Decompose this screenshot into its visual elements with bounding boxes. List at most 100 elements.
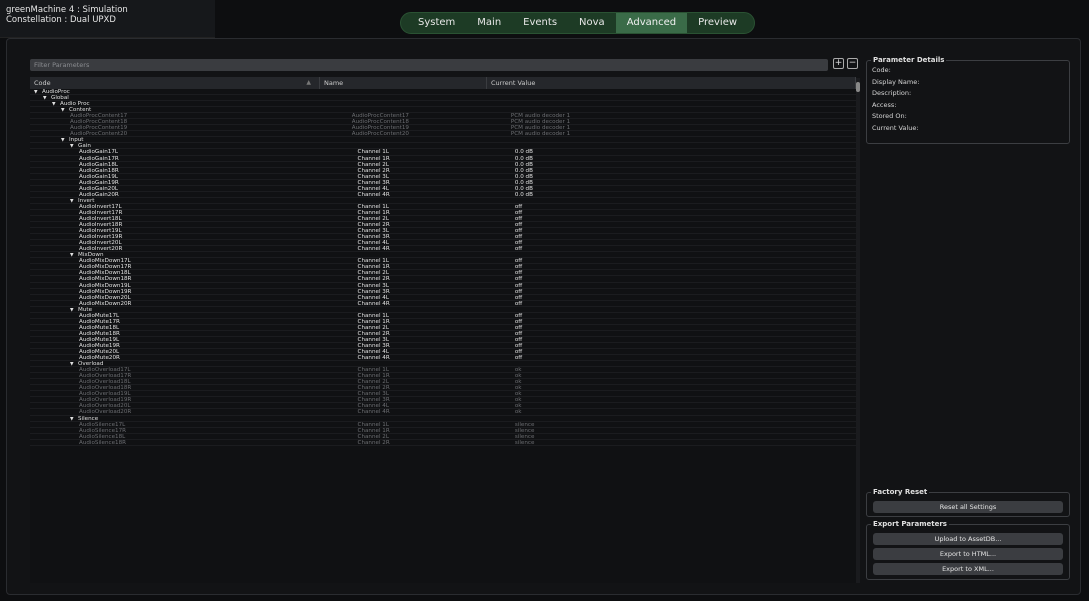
- cell-name: Channel 4L: [357, 349, 389, 355]
- cell-current-value: [505, 198, 856, 203]
- cell-code: ▼ Global: [30, 95, 328, 100]
- cell-name: [346, 198, 505, 203]
- cell-code-text: AudioMixDown19L: [79, 282, 131, 288]
- reset-all-settings-button[interactable]: Reset all Settings: [873, 501, 1063, 513]
- cell-code: ▼ MixDown: [30, 252, 346, 257]
- tree-expanded-icon[interactable]: ▼: [34, 90, 42, 94]
- cell-current-value: off: [514, 355, 523, 361]
- cell-code: ▼ Mute: [30, 307, 346, 312]
- tree-expanded-icon[interactable]: ▼: [43, 96, 51, 100]
- cell-code-text: AudioOverload17R: [79, 373, 132, 379]
- header-name[interactable]: Name: [320, 77, 487, 89]
- tree-expanded-icon[interactable]: ▼: [70, 417, 78, 421]
- cell-name: Channel 2L: [357, 379, 389, 385]
- cell-code: AudioProcContent18: [30, 119, 346, 124]
- cell-name: Channel 1R: [357, 264, 390, 270]
- cell-name: Channel 3R: [357, 397, 390, 403]
- cell-code: AudioSilence18L: [30, 434, 352, 439]
- collapse-all-icon[interactable]: −: [847, 58, 858, 69]
- cell-name: [346, 307, 505, 312]
- cell-current-value: off: [514, 282, 523, 288]
- detail-current-value-label: Current Value:: [872, 123, 919, 132]
- tab-system[interactable]: System: [407, 13, 466, 33]
- cell-current-value: 0.0 dB: [514, 179, 533, 185]
- header-current-value[interactable]: Current Value: [487, 77, 856, 89]
- cell-code-text: Audio Proc: [60, 101, 90, 107]
- cell-current-value: off: [514, 246, 523, 252]
- tab-nova[interactable]: Nova: [568, 13, 616, 33]
- cell-code: AudioMute20L: [30, 349, 352, 354]
- tab-advanced[interactable]: Advanced: [615, 13, 688, 33]
- cell-current-value: 0.0 dB: [514, 191, 533, 197]
- parameter-details-title: Parameter Details: [871, 56, 947, 64]
- tree-expanded-icon[interactable]: ▼: [70, 308, 78, 312]
- cell-name: Channel 3R: [357, 179, 390, 185]
- tree-expanded-icon[interactable]: ▼: [70, 144, 78, 148]
- scrollbar-thumb[interactable]: [856, 82, 860, 92]
- cell-name: [328, 95, 492, 100]
- parameter-tree-table[interactable]: ▼ AudioProc ▼ Global ▼ Audio Proc ▼ Content Audi…: [30, 89, 856, 583]
- cell-current-value: off: [514, 330, 523, 336]
- cell-code-text: AudioGain20L: [79, 185, 118, 191]
- expand-all-icon[interactable]: +: [833, 58, 844, 69]
- cell-code: AudioMixDown19R: [30, 289, 352, 294]
- side-panel: Parameter Details Code: Display Name: De…: [866, 55, 1072, 585]
- cell-name: Channel 4L: [357, 185, 389, 191]
- cell-name: Channel 1L: [357, 258, 389, 264]
- cell-code: ▼ Invert: [30, 198, 346, 203]
- tab-preview[interactable]: Preview: [687, 13, 748, 33]
- cell-code: AudioInvert19R: [30, 234, 352, 239]
- tree-expanded-icon[interactable]: ▼: [61, 108, 69, 112]
- cell-name: Channel 2L: [357, 270, 389, 276]
- tree-expanded-icon[interactable]: ▼: [70, 199, 78, 203]
- cell-code: AudioMute18R: [30, 331, 352, 336]
- export-to-html-button[interactable]: Export to HTML...: [873, 548, 1063, 560]
- cell-code-text: AudioGain19R: [79, 179, 119, 185]
- tab-main[interactable]: Main: [466, 13, 512, 33]
- cell-current-value: off: [514, 215, 523, 222]
- table-scrollbar[interactable]: [856, 78, 860, 583]
- tree-expanded-icon[interactable]: ▼: [70, 362, 78, 366]
- cell-code-text: AudioMute17L: [79, 312, 120, 318]
- cell-name: Channel 2R: [357, 167, 390, 173]
- cell-code-text: AudioInvert19R: [79, 234, 123, 240]
- upload-to-assetdb-button[interactable]: Upload to AssetDB...: [873, 533, 1063, 545]
- filter-parameters-input[interactable]: [30, 59, 828, 71]
- table-row[interactable]: AudioSilence18R Channel 2R silence: [30, 440, 856, 446]
- cell-code: AudioMute17R: [30, 319, 352, 324]
- sort-arrow-icon: ▲: [306, 79, 311, 86]
- cell-code: AudioMute19L: [30, 337, 352, 342]
- export-to-xml-button[interactable]: Export to XML...: [873, 563, 1063, 575]
- cell-code-text: AudioSilence18R: [79, 439, 127, 445]
- cell-name: Channel 2L: [357, 161, 389, 167]
- cell-name: Channel 2R: [357, 330, 390, 336]
- cell-code: AudioOverload19R: [30, 397, 352, 402]
- header-code[interactable]: Code ▲: [30, 77, 320, 89]
- cell-code-text: AudioGain18R: [79, 167, 119, 173]
- cell-current-value: off: [514, 349, 523, 355]
- cell-name: [346, 143, 505, 148]
- cell-code-text: Input: [69, 137, 84, 143]
- cell-current-value: off: [514, 222, 523, 228]
- tree-expanded-icon[interactable]: ▼: [52, 102, 60, 106]
- cell-name: [323, 89, 489, 94]
- cell-code-text: Content: [69, 107, 92, 113]
- cell-current-value: off: [514, 258, 523, 264]
- cell-code: AudioInvert20L: [30, 240, 352, 245]
- export-parameters-title: Export Parameters: [871, 520, 949, 528]
- tree-expanded-icon[interactable]: ▼: [61, 138, 69, 142]
- cell-code: ▼ Silence: [30, 416, 346, 421]
- cell-code: AudioGain19L: [30, 174, 352, 179]
- detail-display-name-label: Display Name:: [872, 77, 920, 86]
- cell-code: ▼ Audio Proc: [30, 101, 334, 106]
- tree-expanded-icon[interactable]: ▼: [70, 253, 78, 257]
- cell-code-text: AudioMute17R: [79, 318, 120, 324]
- cell-code-text: Mute: [78, 306, 93, 312]
- tab-events[interactable]: Events: [512, 13, 568, 33]
- cell-current-value: 0.0 dB: [514, 161, 533, 167]
- detail-access-label: Access:: [872, 100, 897, 109]
- cell-name: Channel 2L: [357, 324, 389, 330]
- cell-current-value: [489, 89, 856, 94]
- cell-code-text: AudioInvert17R: [79, 209, 123, 215]
- cell-name: Channel 4R: [357, 300, 390, 306]
